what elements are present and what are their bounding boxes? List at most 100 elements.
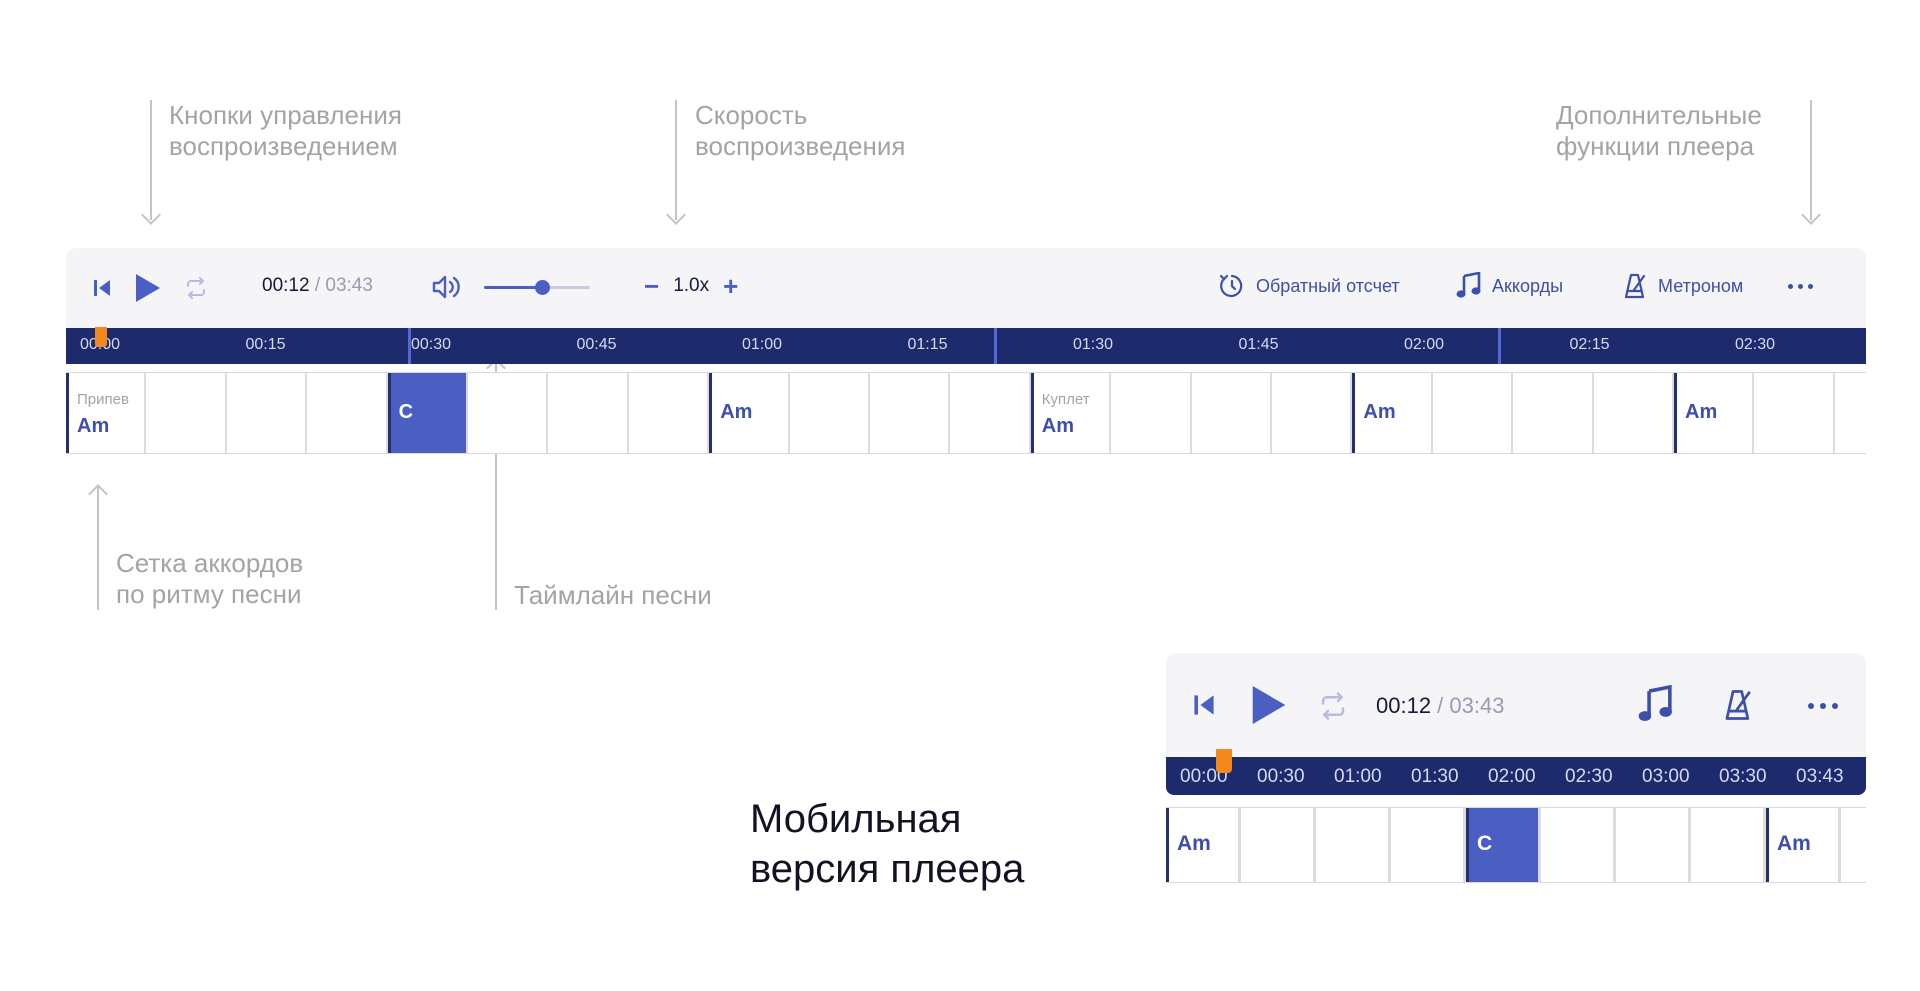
beat-cell[interactable]	[1433, 373, 1514, 453]
skip-back-button[interactable]	[92, 278, 112, 298]
mobile-play-button[interactable]	[1250, 683, 1288, 727]
mobile-skip-back-button[interactable]	[1192, 693, 1216, 717]
mobile-player: 00:12 / 03:43 03:43 03:30 03:00 02:30 02:00 0…	[1166, 653, 1866, 883]
beat-cell[interactable]	[1691, 808, 1766, 882]
mobile-version-title: Мобильная версия плеера	[750, 794, 1024, 894]
beat-cell[interactable]	[790, 373, 870, 453]
chord-cell[interactable]: Am	[1674, 373, 1755, 453]
total-time: 03:43	[325, 275, 373, 296]
arrow-down-icon	[1801, 205, 1821, 225]
play-icon	[136, 274, 160, 302]
beat-cell[interactable]	[1111, 373, 1192, 453]
beat-cell[interactable]	[227, 373, 308, 453]
beat-cell[interactable]	[1594, 373, 1674, 453]
beat-cell[interactable]	[1192, 373, 1272, 453]
song-timeline[interactable]: 02:30 02:15 02:00 01:45 01:30 01:15 01:00 00:45…	[66, 327, 1866, 364]
volume-button[interactable]	[432, 274, 462, 300]
beat-cell[interactable]	[1272, 373, 1353, 453]
more-dot-icon	[1788, 284, 1793, 289]
chord-cell[interactable]: Куплет Am	[1030, 373, 1112, 453]
mobile-song-timeline[interactable]: 03:43 03:30 03:00 02:30 02:00 01:30 01:00 00:30…	[1166, 749, 1866, 795]
beat-cell[interactable]	[146, 373, 227, 453]
mobile-timeline-tick: 03:43	[1796, 766, 1844, 787]
volume-slider[interactable]	[484, 280, 590, 295]
time-separator: /	[309, 275, 326, 296]
mobile-timeline-tick: 02:00	[1488, 766, 1536, 787]
beat-cell[interactable]	[468, 373, 549, 453]
metronome-button[interactable]: Метроном	[1622, 272, 1743, 300]
section-label: Куплет	[1041, 391, 1090, 408]
beat-cell[interactable]	[1841, 808, 1866, 882]
chords-button[interactable]: Аккорды	[1456, 272, 1563, 300]
speed-decrease-button[interactable]: −	[644, 273, 659, 299]
mobile-metronome-button[interactable]	[1722, 687, 1754, 723]
skip-back-icon	[94, 280, 110, 296]
arrow-down-icon	[666, 205, 686, 225]
speed-increase-button[interactable]: +	[723, 273, 738, 299]
beat-cell[interactable]	[1513, 373, 1594, 453]
annotation-line	[97, 486, 99, 610]
beat-cell[interactable]	[1835, 373, 1866, 453]
annotation-line	[150, 100, 152, 220]
mobile-playback-time: 00:12 / 03:43	[1376, 693, 1504, 719]
mobile-timeline-playhead[interactable]	[1216, 749, 1232, 773]
beat-cell[interactable]	[950, 373, 1031, 453]
mobile-repeat-button[interactable]	[1318, 691, 1348, 721]
desktop-player: 00:12 / 03:43 − 1.0x + Обратный отсчет А…	[66, 248, 1866, 454]
chord-cell[interactable]: Am	[1766, 808, 1841, 882]
mobile-timeline-tick: 02:30	[1565, 766, 1613, 787]
timeline-tick: 01:45	[1238, 336, 1279, 353]
mobile-timeline-tick: 01:00	[1334, 766, 1382, 787]
beat-cell[interactable]	[548, 373, 629, 453]
playback-time: 00:12 / 03:43	[262, 275, 373, 297]
volume-knob[interactable]	[535, 280, 551, 295]
annotation-line-1: Кнопки управления	[169, 100, 402, 130]
beat-cell[interactable]	[1391, 808, 1466, 882]
mobile-chords-button[interactable]	[1638, 685, 1674, 725]
beat-cell[interactable]	[307, 373, 388, 453]
chord-cell[interactable]: C	[1466, 808, 1541, 882]
chord-cell[interactable]: C	[387, 373, 468, 453]
chord-cell[interactable]: Am	[709, 373, 790, 453]
play-button[interactable]	[134, 272, 162, 304]
annotation-line	[675, 100, 677, 220]
timeline-tick: 00:30	[411, 336, 452, 353]
annotation-line	[1810, 100, 1812, 220]
repeat-icon	[187, 277, 205, 299]
timeline-tick: 01:15	[907, 336, 948, 353]
more-options-button[interactable]	[1788, 284, 1813, 289]
beat-cell[interactable]	[629, 373, 710, 453]
section-label: Припев	[77, 391, 129, 408]
metronome-icon	[1624, 273, 1646, 299]
annotation-line-2: воспроизведением	[169, 131, 398, 161]
timeline-tick: 01:30	[1073, 336, 1114, 353]
beat-cell[interactable]	[1241, 808, 1316, 882]
timeline-tick: 00:45	[576, 336, 617, 353]
mobile-title-line-2: версия плеера	[750, 847, 1025, 891]
beat-cell[interactable]	[1754, 373, 1835, 453]
countdown-button[interactable]: Обратный отсчет	[1218, 272, 1400, 300]
countdown-icon	[1219, 274, 1243, 298]
timeline-playhead[interactable]	[95, 327, 107, 347]
metronome-icon	[1725, 690, 1751, 720]
volume-fill	[484, 286, 543, 289]
beat-cell[interactable]	[870, 373, 951, 453]
repeat-button[interactable]	[184, 276, 208, 300]
beat-cell[interactable]	[1541, 808, 1616, 882]
annotation-text: Дополнительные функции плеера	[1556, 100, 1762, 162]
timeline-tick: 02:15	[1569, 336, 1610, 353]
annotation-line-2: воспроизведения	[695, 131, 906, 161]
chord-cell[interactable]: Am	[1166, 808, 1241, 882]
arrow-down-icon	[141, 205, 161, 225]
chord-cell[interactable]: Припев Am	[66, 373, 147, 453]
chord-cell[interactable]: Am	[1352, 373, 1433, 453]
timeline-tick: 00:15	[245, 336, 286, 353]
current-time: 00:12	[1376, 693, 1432, 718]
skip-back-icon	[1194, 695, 1214, 715]
annotation-line-2: по ритму песни	[116, 579, 302, 609]
beat-cell[interactable]	[1316, 808, 1391, 882]
mobile-more-options-button[interactable]	[1808, 703, 1838, 709]
player-toolbar: 00:12 / 03:43 − 1.0x + Обратный отсчет А…	[66, 248, 1866, 328]
beat-cell[interactable]	[1616, 808, 1691, 882]
countdown-label: Обратный отсчет	[1256, 275, 1400, 296]
